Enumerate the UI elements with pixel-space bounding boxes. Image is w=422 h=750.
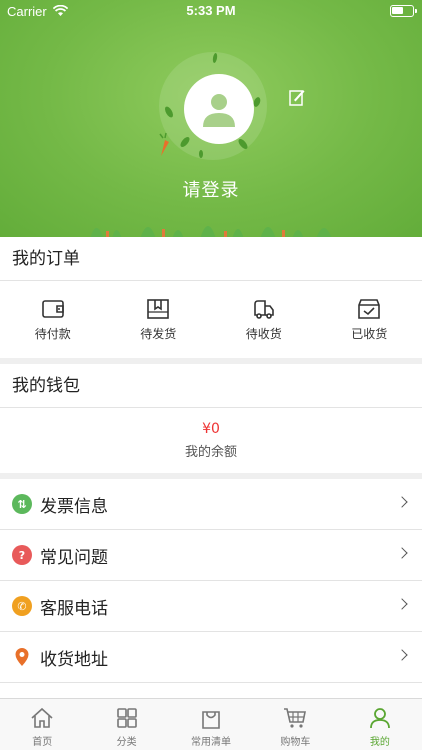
tab-shopping-list[interactable]: 常用清单 — [169, 699, 253, 750]
order-status-row: 待付款 待发货 待收货 已收货 — [0, 281, 422, 358]
menu-item-label: 客服电话 — [40, 598, 108, 619]
truck-icon — [253, 300, 274, 319]
clock: 5:33 PM — [186, 3, 236, 18]
wallet-title: 我的钱包 — [0, 364, 422, 408]
order-received[interactable]: 已收货 — [317, 281, 422, 358]
cart-icon — [284, 708, 307, 728]
profile-icon — [369, 708, 390, 729]
menu-item-faq[interactable]: ? 常见问题 — [0, 530, 422, 581]
order-pending-payment[interactable]: 待付款 — [0, 281, 106, 358]
shopping-bag-icon — [202, 711, 220, 729]
avatar[interactable] — [184, 74, 254, 144]
chevron-right-icon — [396, 598, 408, 610]
chevron-right-icon — [396, 496, 408, 508]
order-label: 待收货 — [245, 327, 282, 341]
question-icon: ? — [12, 545, 32, 565]
invoice-icon: ⇅ — [12, 494, 32, 514]
phone-icon: ✆ — [12, 596, 32, 616]
user-silhouette-icon — [203, 94, 235, 127]
category-icon — [116, 708, 137, 728]
tab-bar: 首页 分类 常用清单 购物车 我的 — [0, 698, 422, 750]
menu-item-invoice[interactable]: ⇅ 发票信息 — [0, 479, 422, 530]
profile-header: Carrier 5:33 PM 请登录 — [0, 0, 422, 237]
settings-menu: ⇅ 发票信息 ? 常见问题 ✆ 客服电话 收货地址 — [0, 479, 422, 698]
package-icon — [147, 299, 170, 319]
tab-label: 我的 — [369, 737, 390, 748]
order-pending-shipment[interactable]: 待发货 — [106, 281, 212, 358]
menu-item-label: 常见问题 — [40, 547, 108, 568]
menu-item-label: 收货地址 — [40, 649, 108, 670]
received-box-icon — [358, 299, 381, 319]
grass-decoration-icon — [90, 226, 332, 237]
tab-profile[interactable]: 我的 — [338, 699, 422, 750]
chevron-right-icon — [396, 649, 408, 661]
chevron-right-icon — [396, 547, 408, 559]
tab-cart[interactable]: 购物车 — [253, 699, 337, 750]
home-icon — [31, 707, 53, 728]
tab-category[interactable]: 分类 — [84, 699, 168, 750]
tab-label: 常用清单 — [191, 737, 232, 748]
tab-label: 购物车 — [280, 737, 311, 748]
tab-label: 首页 — [32, 737, 53, 748]
orders-title: 我的订单 — [0, 237, 422, 281]
order-label: 待发货 — [140, 327, 177, 341]
orders-section: 我的订单 待付款 待发货 待收货 已收货 — [0, 237, 422, 358]
menu-item-customer-service[interactable]: ✆ 客服电话 — [0, 581, 422, 632]
order-label: 已收货 — [351, 327, 388, 341]
location-icon — [15, 648, 29, 666]
order-label: 待付款 — [34, 327, 71, 341]
tab-label: 分类 — [116, 737, 137, 748]
login-prompt[interactable]: 请登录 — [0, 176, 422, 202]
order-pending-receipt[interactable]: 待收货 — [211, 281, 317, 358]
menu-item-shipping-address[interactable]: 收货地址 — [0, 632, 422, 683]
status-bar: Carrier 5:33 PM — [0, 0, 422, 24]
balance-amount: ¥0 — [202, 420, 220, 437]
edit-profile-icon[interactable] — [289, 89, 305, 107]
balance-label: 我的余额 — [184, 444, 237, 460]
wallet-icon — [41, 300, 64, 318]
menu-item-label: 发票信息 — [40, 496, 108, 517]
wallet-section: 我的钱包 ¥0 我的余额 — [0, 364, 422, 473]
battery-icon — [390, 5, 417, 17]
balance-card[interactable]: ¥0 我的余额 — [0, 408, 422, 472]
tab-home[interactable]: 首页 — [0, 699, 84, 750]
